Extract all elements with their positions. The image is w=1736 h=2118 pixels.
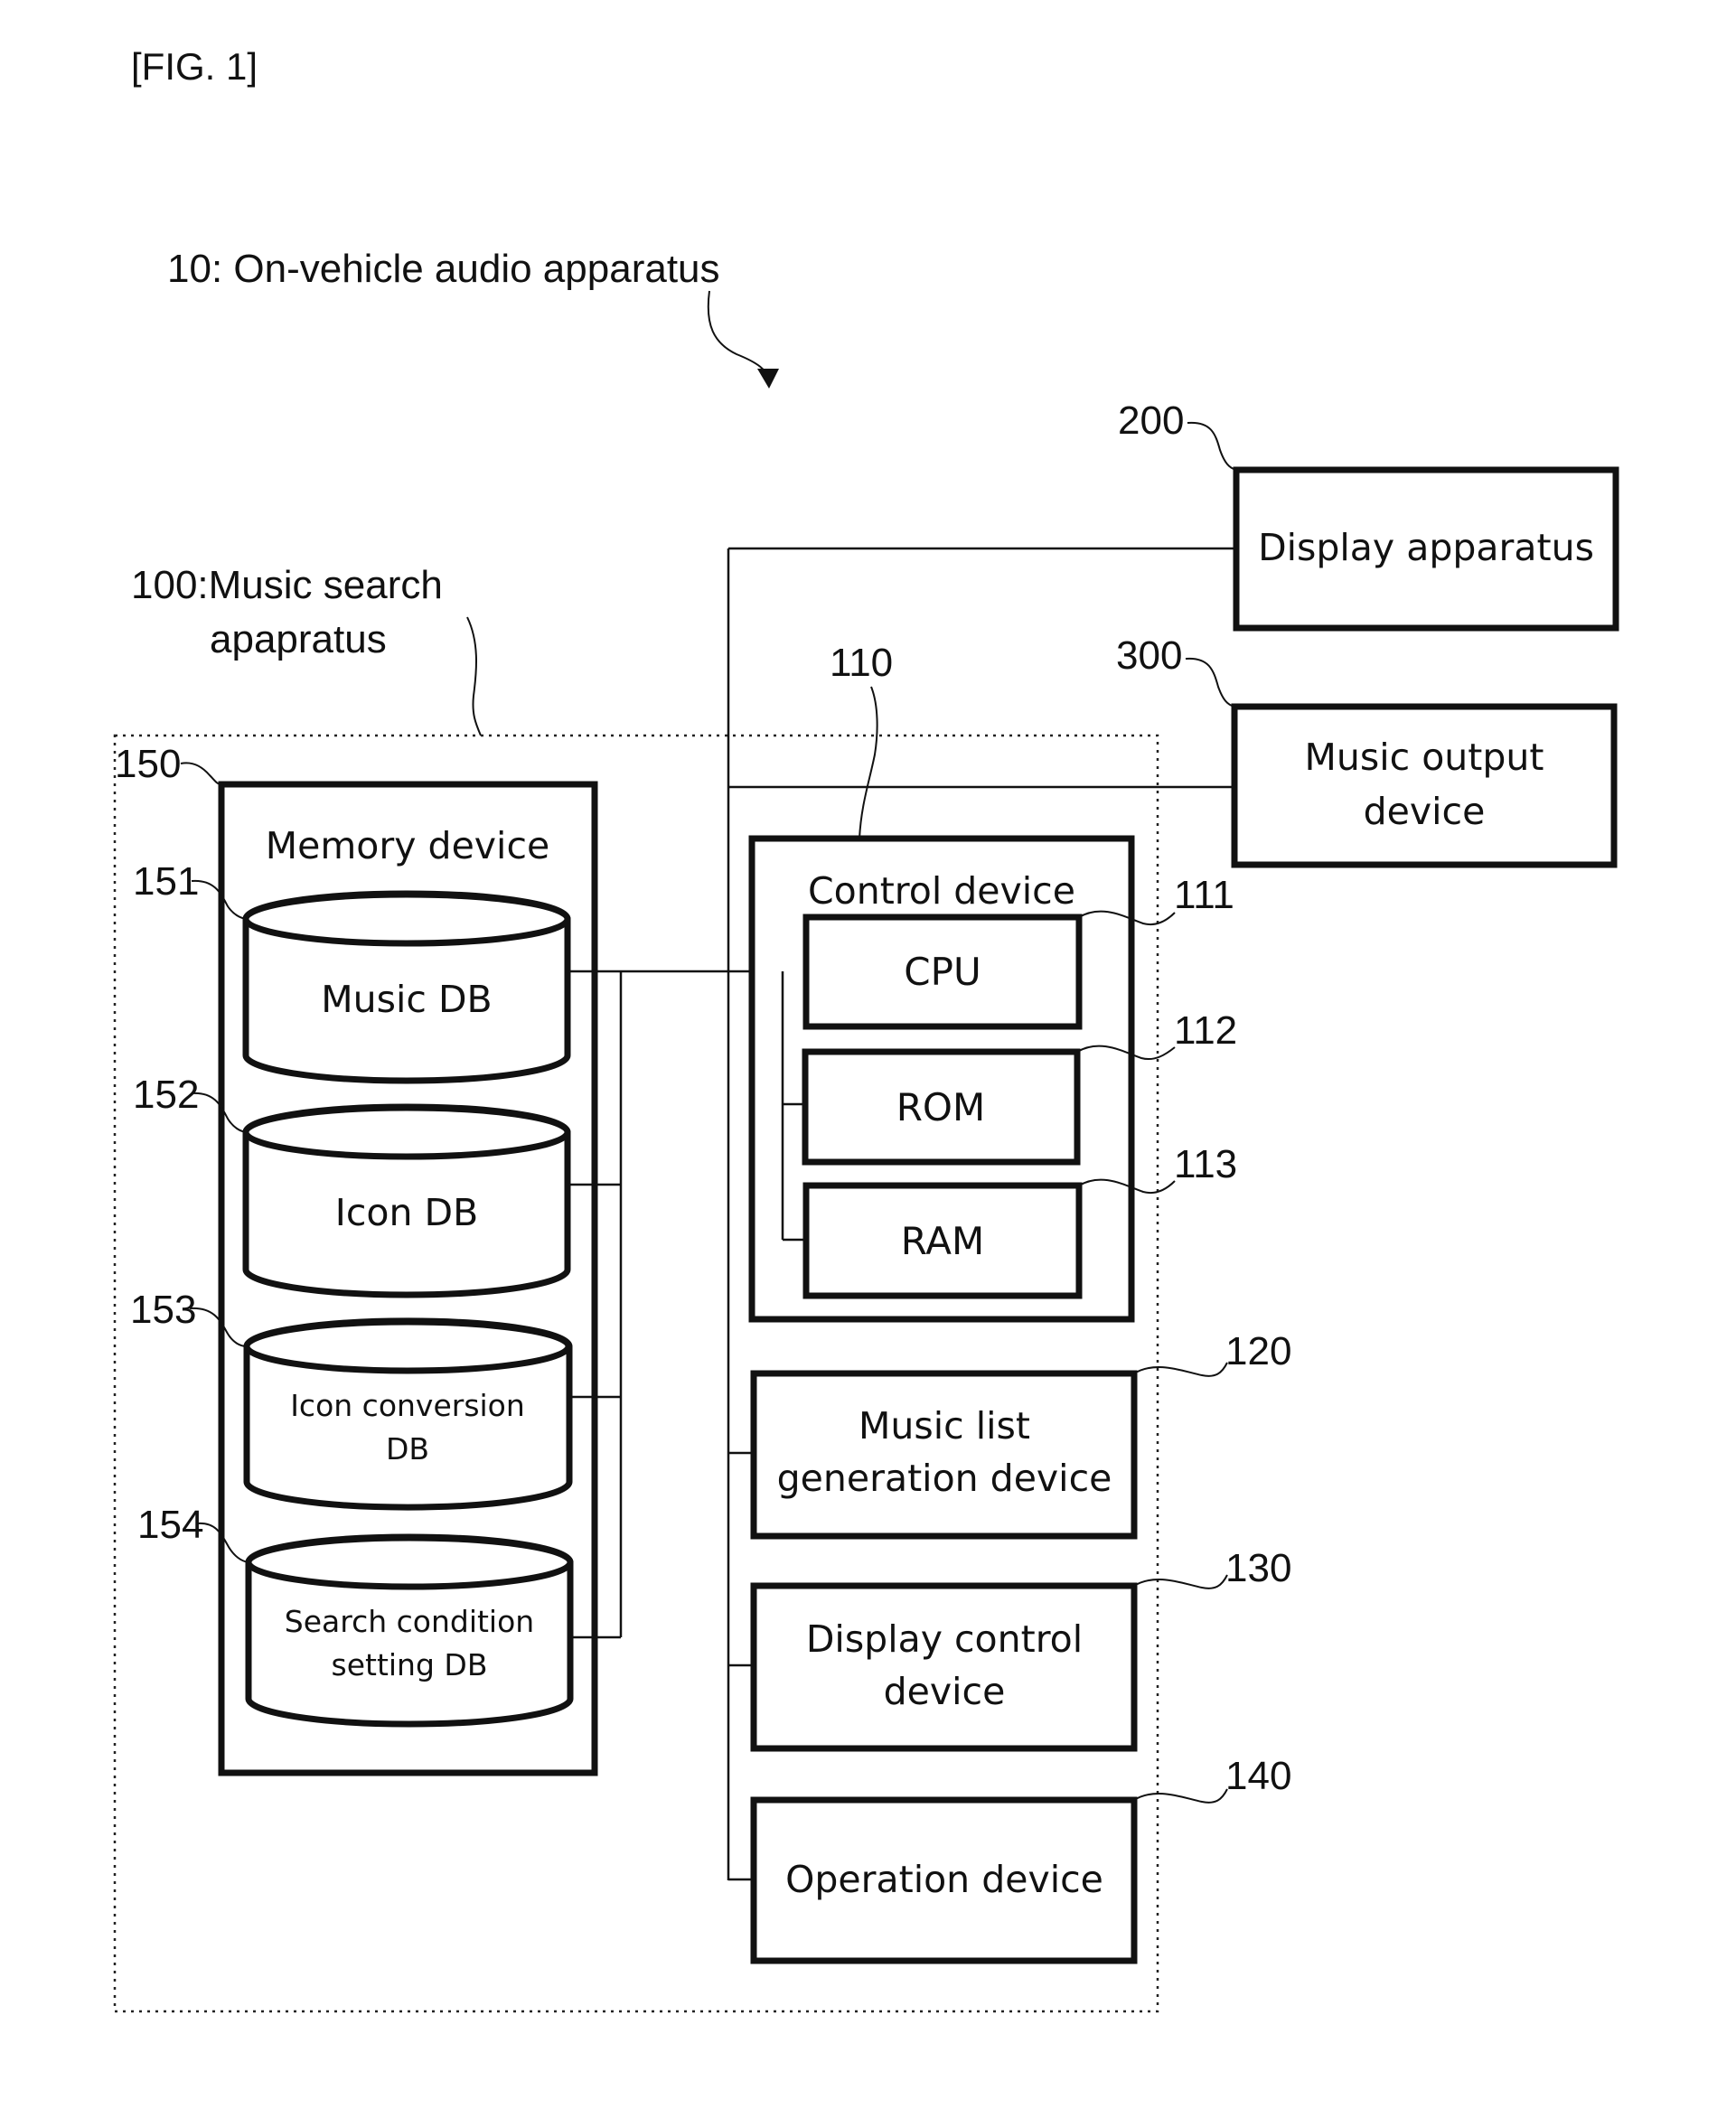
ref-112: 112	[1174, 1008, 1237, 1053]
rom-label: ROM	[896, 1085, 985, 1129]
ref-130: 130	[1225, 1546, 1291, 1590]
ram-label: RAM	[901, 1219, 984, 1263]
operation-device-label: Operation device	[785, 1858, 1103, 1901]
leader-150	[180, 762, 223, 786]
search-condition-db-label-line2: setting DB	[332, 1647, 488, 1682]
music-list-generation-device: Music list generation device 120	[750, 1329, 1291, 1540]
figure-label: [FIG. 1]	[131, 45, 258, 88]
ref-150: 150	[115, 742, 181, 786]
block-diagram: [FIG. 1] 10: On-vehicle audio apparatus …	[113, 45, 1619, 2013]
leader-130	[1133, 1574, 1228, 1589]
leader-300	[1185, 657, 1235, 708]
music-output-label-line1: Music output	[1305, 736, 1544, 779]
music-list-label-line2: generation device	[777, 1457, 1112, 1500]
apparatus-label-line2: apapratus	[210, 617, 387, 661]
memory-device: 150 Memory device 151 Music DB 152 Icon …	[115, 742, 598, 1776]
database-cylinder-top	[245, 1534, 574, 1590]
music-list-generation-box	[750, 1370, 1138, 1540]
database-cylinder-top	[243, 1318, 572, 1374]
ref-152: 152	[133, 1073, 199, 1117]
control-device-label: Control device	[808, 869, 1075, 913]
music-db-label: Music DB	[321, 978, 492, 1021]
display-control-device: Display control device 130	[750, 1546, 1291, 1752]
leader-200	[1187, 421, 1237, 471]
system-leader-arrow	[707, 290, 769, 379]
icon-conversion-db-label-line1: Icon conversion	[290, 1388, 525, 1423]
display-control-label-line1: Display control	[806, 1617, 1083, 1661]
display-apparatus: 200 Display apparatus	[1118, 398, 1619, 632]
ref-110: 110	[830, 641, 893, 685]
ref-113: 113	[1174, 1142, 1237, 1186]
ref-120: 120	[1225, 1329, 1291, 1373]
music-output-label-line2: device	[1364, 790, 1486, 833]
ref-153: 153	[130, 1288, 196, 1332]
music-output-device: 300 Music output device	[1116, 633, 1618, 868]
database-cylinder-top	[242, 891, 571, 947]
display-control-label-line2: device	[884, 1670, 1006, 1713]
ref-140: 140	[1225, 1754, 1291, 1798]
icon-conversion-db-label-line2: DB	[386, 1431, 429, 1467]
icon-db-label: Icon DB	[335, 1191, 478, 1234]
operation-device: Operation device 140	[750, 1754, 1291, 1964]
leader-120	[1133, 1362, 1228, 1377]
ref-200: 200	[1118, 398, 1184, 443]
display-control-box	[750, 1582, 1138, 1752]
leader-140	[1133, 1788, 1228, 1804]
cpu-label: CPU	[904, 950, 981, 994]
arrow-head-icon	[757, 369, 779, 389]
ref-300: 300	[1116, 633, 1182, 678]
leader-110	[859, 686, 878, 839]
system-label: 10: On-vehicle audio apparatus	[167, 247, 720, 291]
memory-device-label: Memory device	[266, 824, 549, 867]
ref-154: 154	[137, 1503, 203, 1547]
ref-151: 151	[133, 859, 199, 904]
ref-111: 111	[1174, 873, 1234, 917]
database-cylinder-top	[242, 1104, 571, 1160]
search-condition-db-label-line1: Search condition	[285, 1604, 534, 1639]
apparatus-label-line1: 100:Music search	[131, 563, 443, 607]
display-apparatus-label: Display apparatus	[1258, 526, 1594, 569]
control-device: 110 Control device CPU 111 ROM 112 RAM 1…	[748, 641, 1237, 1323]
music-output-device-box	[1231, 703, 1618, 868]
apparatus-leader	[466, 616, 482, 736]
music-list-label-line1: Music list	[859, 1404, 1030, 1448]
